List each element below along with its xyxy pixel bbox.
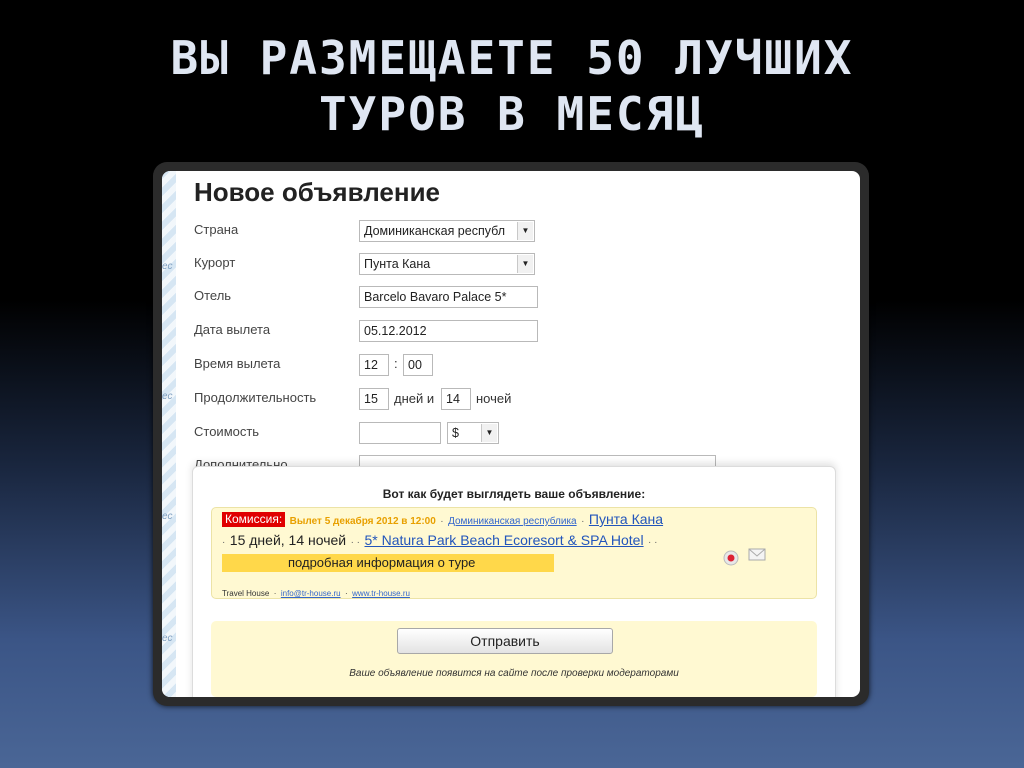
mail-icon[interactable]: [748, 548, 766, 561]
commission-badge: Комиссия:: [222, 512, 286, 528]
price-label: Стоимость: [194, 424, 260, 439]
country-select-value: Доминиканская республ: [364, 224, 506, 238]
moderation-note: Ваше объявление появится на сайте после …: [349, 668, 679, 679]
chevron-down-icon[interactable]: ▼: [481, 424, 497, 442]
slide-title-line-2: ТУРОВ В МЕСЯЦ: [318, 87, 706, 141]
decoration-mark: ec: [162, 261, 173, 272]
departure-minutes-value: 00: [408, 358, 422, 372]
chevron-down-icon[interactable]: ▼: [517, 255, 533, 273]
country-label: Страна: [194, 222, 239, 237]
departure-date-value: 05.12.2012: [364, 324, 427, 338]
separator-dot: ·: [345, 589, 348, 598]
departure-date-input[interactable]: 05.12.2012: [359, 320, 538, 342]
hotel-link[interactable]: 5* Natura Park Beach Ecoresort & SPA Hot…: [364, 532, 643, 548]
days-value: 15: [364, 392, 378, 406]
web-page: ec ec ec ec Новое объявление Страна Доми…: [162, 171, 860, 697]
ad-action-icons: [723, 548, 766, 566]
ad-departure: Вылет 5 декабря 2012 в 12:00: [289, 516, 436, 527]
submit-area: Отправить Ваше объявление появится на са…: [211, 621, 817, 697]
ad-agency-line: Travel House · info@tr-house.ru · www.tr…: [222, 583, 410, 601]
ad-duration: 15 дней, 14 ночей: [229, 532, 347, 548]
chevron-down-icon[interactable]: ▼: [517, 222, 533, 240]
departure-minutes-input[interactable]: 00: [403, 354, 433, 376]
separator-dot: · ·: [350, 537, 361, 548]
country-select[interactable]: Доминиканская республ ▼: [359, 220, 535, 242]
country-link[interactable]: Доминиканская республика: [448, 516, 577, 527]
resort-label: Курорт: [194, 255, 236, 270]
details-link[interactable]: подробная информация о туре: [222, 554, 554, 572]
decoration-mark: ec: [162, 633, 173, 644]
ad-preview-panel: Вот как будет выглядеть ваше объявление:…: [192, 466, 836, 697]
ad-line-2: · 15 дней, 14 ночей · · 5* Natura Park B…: [222, 532, 658, 550]
submit-button[interactable]: Отправить: [397, 628, 613, 654]
form-title: Новое объявление: [194, 177, 441, 207]
ad-preview: Комиссия: Вылет 5 декабря 2012 в 12:00 ·…: [211, 507, 817, 599]
hotel-label: Отель: [194, 288, 232, 303]
resort-select-value: Пунта Кана: [364, 257, 431, 271]
nights-input[interactable]: 14: [441, 388, 471, 410]
days-input[interactable]: 15: [359, 388, 389, 410]
decoration-mark: ec: [162, 511, 173, 522]
agency-name: Travel House: [222, 589, 270, 598]
departure-hours-value: 12: [364, 358, 378, 372]
hotel-input-value: Barcelo Bavaro Palace 5*: [364, 290, 507, 304]
slide-title-line-1: ВЫ РАЗМЕЩАЕТЕ 50 ЛУЧШИХ: [170, 31, 854, 85]
duration-label: Продолжительность: [194, 390, 317, 405]
slide-title: ВЫ РАЗМЕЩАЕТЕ 50 ЛУЧШИХ ТУРОВ В МЕСЯЦ: [0, 30, 1024, 142]
resort-select[interactable]: Пунта Кана ▼: [359, 253, 535, 275]
nights-word: ночей: [476, 391, 512, 406]
page-side-decoration: ec ec ec ec: [162, 171, 176, 697]
departure-time-label: Время вылета: [194, 356, 281, 371]
preview-heading: Вот как будет выглядеть ваше объявление:: [382, 487, 646, 501]
departure-hours-input[interactable]: 12: [359, 354, 389, 376]
separator-dot: ·: [222, 537, 226, 548]
currency-select[interactable]: $ ▼: [447, 422, 499, 444]
days-word: дней и: [394, 391, 435, 406]
decoration-mark: ec: [162, 391, 173, 402]
separator-dot: ·: [581, 516, 585, 527]
separator-dot: ·: [273, 589, 277, 598]
nights-value: 14: [446, 392, 460, 406]
ad-icons: [722, 546, 770, 573]
separator-dot: ·: [440, 516, 444, 527]
agency-site-link[interactable]: www.tr-house.ru: [352, 589, 410, 598]
hotel-input[interactable]: Barcelo Bavaro Palace 5*: [359, 286, 538, 308]
screenshot-frame: ec ec ec ec Новое объявление Страна Доми…: [153, 162, 869, 706]
resort-link[interactable]: Пунта Кана: [589, 511, 663, 527]
ad-line-1: Комиссия: Вылет 5 декабря 2012 в 12:00 ·…: [222, 511, 663, 529]
currency-select-value: $: [452, 426, 459, 440]
agency-email-link[interactable]: info@tr-house.ru: [281, 589, 341, 598]
time-separator: :: [394, 356, 398, 371]
skype-icon[interactable]: [723, 550, 739, 566]
departure-date-label: Дата вылета: [194, 322, 271, 337]
price-input[interactable]: [359, 422, 441, 444]
separator-dot: · ·: [648, 537, 658, 548]
